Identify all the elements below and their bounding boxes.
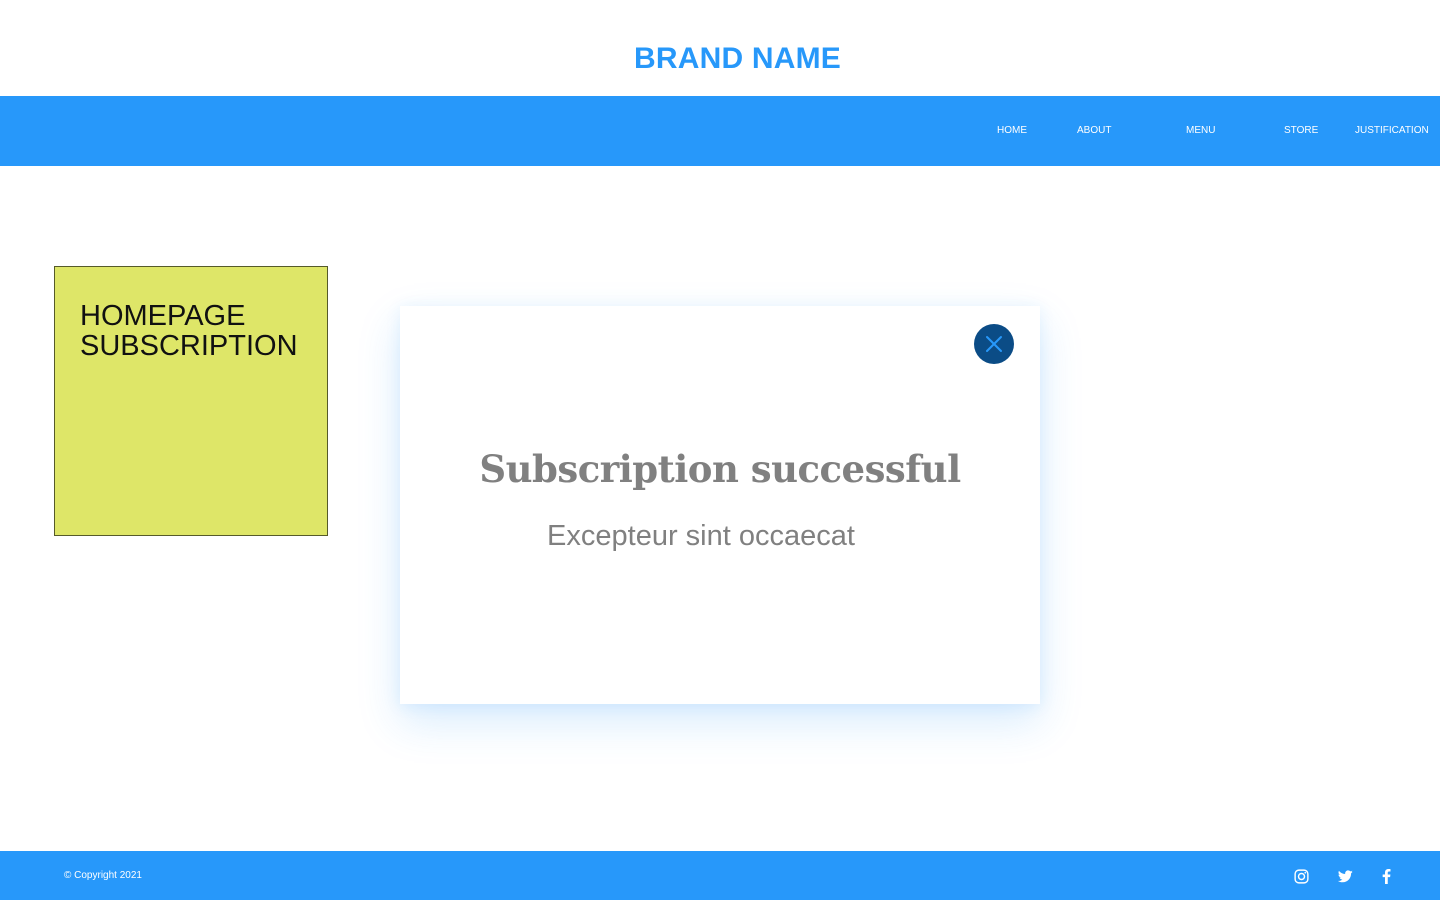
brand-header: BRAND NAME [0,0,1440,96]
modal-title: Subscription successful [479,447,961,491]
subscription-modal: Subscription successful Excepteur sint o… [400,306,1040,704]
nav-item-home[interactable]: HOME [997,125,1027,137]
close-button[interactable] [974,324,1014,364]
footer: © Copyright 2021 [0,851,1440,900]
copyright-text: © Copyright 2021 [64,870,142,881]
nav-item-justification[interactable]: JUSTIFICATION [1355,125,1429,137]
modal-text: Excepteur sint occaecat [547,520,855,552]
nav-item-about[interactable]: ABOUT [1077,125,1111,137]
close-icon [986,336,1002,352]
homepage-subscription-card: HOMEPAGE SUBSCRIPTION [54,266,328,536]
twitter-icon[interactable] [1335,866,1355,886]
nav-item-store[interactable]: STORE [1284,125,1318,137]
nav-item-menu[interactable]: MENU [1186,125,1215,137]
facebook-icon[interactable] [1376,866,1396,886]
brand-name[interactable]: BRAND NAME [0,40,1440,78]
instagram-icon[interactable] [1291,866,1311,886]
card-title: HOMEPAGE SUBSCRIPTION [80,300,298,362]
page: BRAND NAME HOME ABOUT MENU STORE JUSTIFI… [0,0,1440,900]
nav-bar: HOME ABOUT MENU STORE JUSTIFICATION [0,96,1440,166]
